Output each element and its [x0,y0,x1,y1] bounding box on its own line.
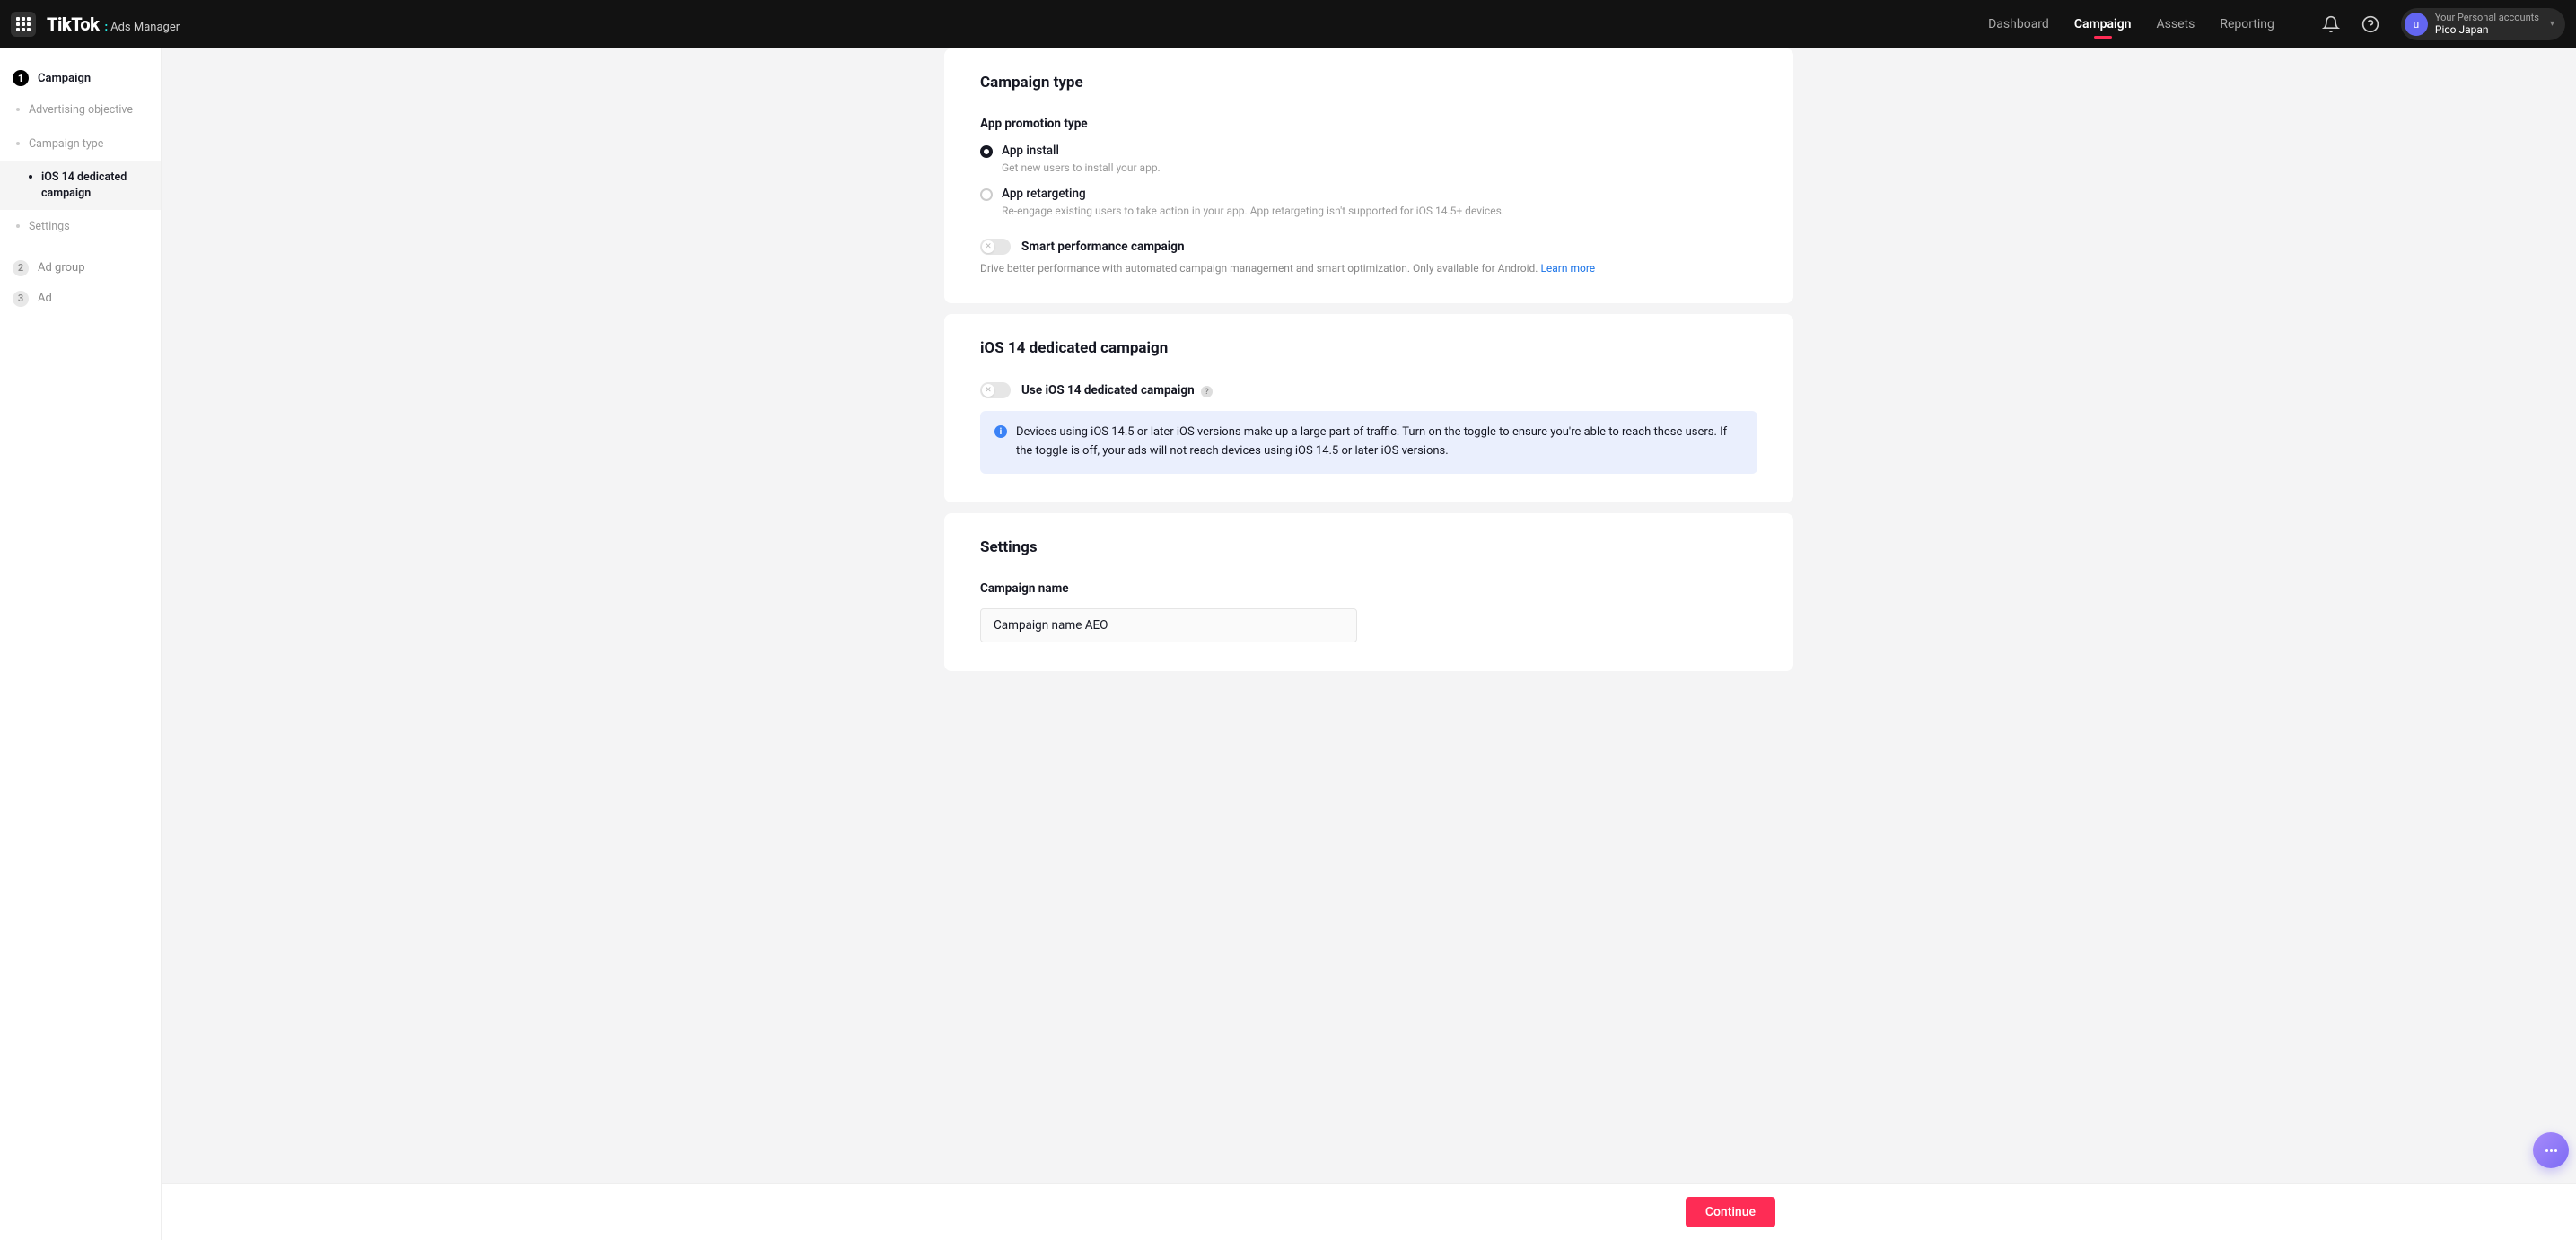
sidebar-item-objective[interactable]: Advertising objective [13,93,161,127]
apps-menu-button[interactable] [11,12,36,37]
step-number: 2 [13,260,29,276]
ios14-toggle[interactable]: ✕ [980,382,1011,398]
campaign-type-card: Campaign type App promotion type App ins… [944,48,1793,303]
toggle-label: Use iOS 14 dedicated campaign ? [1021,383,1213,398]
account-name: Pico Japan [2435,23,2539,36]
sidebar-step-campaign[interactable]: 1 Campaign [0,63,161,93]
bullet-icon [16,224,20,228]
radio-desc: Get new users to install your app. [1002,162,1161,174]
info-text: Devices using iOS 14.5 or later iOS vers… [1016,424,1743,461]
chat-support-button[interactable] [2533,1132,2569,1168]
bullet-icon [16,108,20,111]
logo-subtitle: Ads Manager [104,21,180,34]
sidebar-item-campaign-type[interactable]: Campaign type [13,127,161,162]
bullet-icon [16,142,20,145]
toggle-desc: Drive better performance with automated … [980,262,1757,275]
sidebar-item-label: Advertising objective [29,102,133,118]
sidebar-item-settings[interactable]: Settings [13,210,161,244]
toggle-knob-off-icon: ✕ [982,240,994,253]
radio-label: App install [1002,144,1161,158]
chevron-down-icon: ▾ [2550,19,2554,29]
radio-app-install[interactable]: App install Get new users to install you… [980,144,1757,174]
nav-reporting[interactable]: Reporting [2220,1,2274,48]
campaign-name-input[interactable] [980,608,1357,642]
help-tooltip-icon[interactable]: ? [1201,386,1213,397]
step-number: 3 [13,291,29,307]
learn-more-link[interactable]: Learn more [1540,262,1595,275]
main-content: Campaign type App promotion type App ins… [162,48,2576,1240]
apps-grid-icon [16,17,31,31]
app-header: TikTok Ads Manager Dashboard Campaign As… [0,0,2576,48]
continue-button[interactable]: Continue [1686,1197,1775,1227]
field-label: Campaign name [980,581,1757,596]
logo-text: TikTok [47,13,99,35]
info-icon: i [994,425,1007,438]
notifications-icon[interactable] [2322,15,2340,33]
nav-campaign[interactable]: Campaign [2074,1,2132,48]
step-number: 1 [13,70,29,86]
radio-desc: Re-engage existing users to take action … [1002,205,1504,217]
section-title: Settings [980,538,1757,556]
step-label: Ad [38,292,52,305]
radio-label: App retargeting [1002,187,1504,201]
sidebar-item-label: Settings [29,219,70,235]
field-label: App promotion type [980,117,1757,131]
step-label: Campaign [38,72,91,85]
toggle-knob-off-icon: ✕ [982,384,994,397]
footer-bar: Continue [162,1183,2576,1240]
smart-campaign-toggle[interactable]: ✕ [980,239,1011,255]
toggle-label: Smart performance campaign [1021,240,1185,254]
account-switcher[interactable]: u Your Personal accounts Pico Japan ▾ [2401,8,2565,40]
sidebar-item-label: Campaign type [29,136,103,153]
nav-assets[interactable]: Assets [2156,1,2195,48]
step-label: Ad group [38,261,85,275]
nav-dashboard[interactable]: Dashboard [1988,1,2049,48]
chat-icon [2545,1149,2557,1152]
radio-app-retargeting[interactable]: App retargeting Re-engage existing users… [980,187,1757,217]
section-title: Campaign type [980,74,1757,92]
ios14-card: iOS 14 dedicated campaign ✕ Use iOS 14 d… [944,314,1793,502]
help-icon[interactable] [2361,15,2379,33]
sidebar-step-adgroup[interactable]: 2 Ad group [0,253,161,284]
section-title: iOS 14 dedicated campaign [980,339,1757,357]
sidebar-item-label: iOS 14 dedicated campaign [41,170,148,201]
sidebar-step-ad[interactable]: 3 Ad [0,284,161,314]
radio-icon [980,188,993,201]
bullet-icon [29,175,32,179]
top-nav: Dashboard Campaign Assets Reporting [1988,1,2300,48]
sidebar-item-ios14[interactable]: iOS 14 dedicated campaign [0,161,161,210]
avatar: u [2405,13,2428,36]
info-box: i Devices using iOS 14.5 or later iOS ve… [980,411,1757,474]
radio-icon [980,145,993,158]
sidebar: 1 Campaign Advertising objective Campaig… [0,48,162,1240]
logo[interactable]: TikTok Ads Manager [47,13,180,35]
settings-card: Settings Campaign name [944,513,1793,671]
account-type: Your Personal accounts [2435,12,2539,23]
